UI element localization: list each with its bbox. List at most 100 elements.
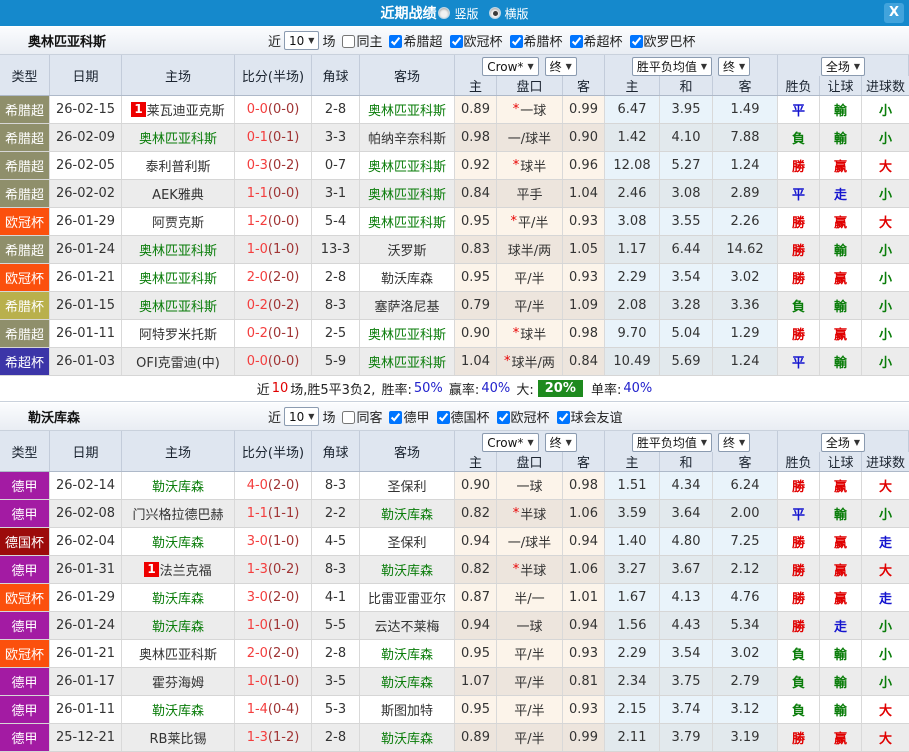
euro-odds-away: 4.76 (713, 584, 778, 611)
handicap-line: * 平/半 (497, 208, 563, 235)
score: 2-0 (2-0) (235, 640, 312, 667)
halftime-score: (2-0) (267, 270, 300, 285)
fulltime-select[interactable]: 全场 ▼ (820, 433, 866, 452)
away-team-name: 比雷亚雷亚尔 (367, 592, 446, 607)
handicap-odds-home: 0.92 (455, 152, 497, 179)
stage-select[interactable]: 终 ▼ (544, 57, 577, 76)
competition-badge: 德甲 (0, 612, 50, 639)
euro-odds-away: 1.29 (713, 320, 778, 347)
stage-select[interactable]: 终 ▼ (544, 433, 577, 452)
away-team-name: 圣保利 (387, 536, 427, 551)
handicap-odds-away: 0.98 (563, 472, 605, 499)
fulltime-score: 4-0 (246, 478, 268, 493)
match-count-select[interactable]: 10 ▼ (284, 31, 320, 50)
halftime-score: (1-0) (267, 534, 300, 549)
handicap-odds-home: 0.95 (455, 640, 497, 667)
competition-badge: 希腊超 (0, 152, 50, 179)
handicap-text: 平/半 (514, 676, 545, 691)
euro-odds-draw: 3.74 (660, 696, 713, 723)
away-team: 圣保利 (360, 528, 455, 555)
handicap-line: 半/一 (497, 584, 563, 611)
home-team-name: 莱瓦迪亚克斯 (146, 104, 225, 119)
corner-count: 8-3 (312, 472, 360, 499)
match-row: 希腊杯 26-01-15 奥林匹亚科斯 0-2 (0-2) 8-3 塞萨洛尼基 0.79 平/半… (0, 292, 909, 320)
filter-controls: 近 10 ▼ 场同主 希腊超 欧冠杯 希腊杯 希超杯 欧罗巴杯 (268, 31, 696, 50)
same-venue-filter-checkbox[interactable] (342, 411, 356, 424)
league-filter-0-checkbox[interactable] (389, 35, 403, 48)
league-filter-3-checkbox[interactable] (556, 411, 570, 424)
result-goals: 大 (862, 556, 909, 583)
odds-source-select[interactable]: Crow* ▼ (482, 433, 539, 452)
euro-odds-home: 10.49 (605, 348, 660, 375)
competition-badge: 希腊超 (0, 96, 50, 123)
euro-odds-away: 2.26 (713, 208, 778, 235)
same-venue-filter-checkbox[interactable] (342, 35, 356, 48)
stage-select-2[interactable]: 终 ▼ (718, 57, 751, 76)
fulltime-select[interactable]: 全场 ▼ (820, 57, 866, 76)
match-count-select[interactable]: 10 ▼ (284, 407, 320, 426)
avg-odds-select[interactable]: 胜平负均值 ▼ (631, 57, 712, 76)
handicap-text: 一球 (516, 620, 543, 635)
score: 1-0 (1-0) (235, 236, 312, 263)
close-icon[interactable]: X (884, 3, 904, 23)
home-team: 勒沃库森 (122, 472, 235, 499)
result-handicap: 輸 (820, 124, 862, 151)
euro-odds-home: 2.08 (605, 292, 660, 319)
away-team-name: 奥林匹亚科斯 (367, 328, 446, 343)
competition-badge: 德国杯 (0, 528, 50, 555)
radio-horizontal-icon[interactable] (488, 7, 501, 19)
league-filter-0-checkbox[interactable] (389, 411, 403, 424)
match-date: 26-02-15 (50, 96, 122, 123)
away-team-name: 帕纳辛奈科斯 (367, 132, 446, 147)
odds-source-select[interactable]: Crow* ▼ (482, 57, 539, 76)
near-label: 近 (268, 411, 282, 426)
competition-badge: 德甲 (0, 500, 50, 527)
handicap-text: 一/球半 (507, 132, 552, 147)
league-filter-2-checkbox[interactable] (509, 35, 523, 48)
competition-badge: 希超杯 (0, 348, 50, 375)
league-filter-0: 希腊超 (385, 31, 443, 50)
halftime-score: (0-1) (267, 326, 300, 341)
radio-vertical-icon[interactable] (438, 7, 451, 19)
league-filter-2-checkbox[interactable] (496, 411, 510, 424)
away-team: 奥林匹亚科斯 (360, 208, 455, 235)
euro-odds-away: 3.19 (713, 724, 778, 751)
result-handicap: 赢 (820, 724, 862, 751)
league-filter-1-checkbox[interactable] (449, 35, 463, 48)
avg-odds-select-value: 胜平负均值 (636, 436, 697, 450)
euro-odds-home: 3.08 (605, 208, 660, 235)
euro-odds-draw: 3.79 (660, 724, 713, 751)
summary-near: 近 (256, 383, 270, 398)
radio-vertical-label: 竖版 (454, 6, 479, 21)
stage-select-2[interactable]: 终 ▼ (718, 433, 751, 452)
radio-vertical-layout[interactable]: 竖版 (438, 5, 479, 22)
away-team-name: 奥林匹亚科斯 (367, 104, 446, 119)
competition-badge: 欧冠杯 (0, 640, 50, 667)
match-row: 希超杯 26-01-03 OFI克雷迪(中) 0-0 (0-0) 5-9 奥林匹亚科斯 1.0… (0, 348, 909, 376)
match-row: 德甲 26-02-08 门兴格拉德巴赫 1-1 (1-1) 2-2 勒沃库森 0.82 * 半球 1… (0, 500, 909, 528)
league-filter-1-checkbox[interactable] (436, 411, 450, 424)
single-rate-value: 40% (623, 381, 653, 396)
match-row: 德甲 26-01-17 霍芬海姆 1-0 (1-0) 3-5 勒沃库森 1.07 平/半 0.81… (0, 668, 909, 696)
win-rate-label: 胜率: (381, 383, 412, 398)
euro-odds-away: 2.00 (713, 500, 778, 527)
score: 0-2 (0-1) (235, 320, 312, 347)
result-goals: 小 (878, 104, 892, 119)
euro-odds-home: 3.27 (605, 556, 660, 583)
league-filter-2: 希腊杯 (506, 31, 563, 50)
sub-column-header: 盘口 (497, 76, 563, 95)
radio-horizontal-layout[interactable]: 横版 (488, 5, 529, 22)
result-goals: 小 (862, 292, 909, 319)
league-filter-3-checkbox[interactable] (569, 35, 583, 48)
score: 1-3 (1-2) (235, 724, 312, 751)
sub-column-header: 客 (563, 452, 605, 471)
league-filter-4-checkbox[interactable] (629, 35, 643, 48)
fulltime-score: 0-2 (246, 326, 268, 341)
avg-odds-select[interactable]: 胜平负均值 ▼ (631, 433, 712, 452)
column-header: 客场 (360, 431, 455, 471)
handicap-odds-away: 0.94 (563, 528, 605, 555)
euro-odds-away: 5.34 (713, 612, 778, 639)
home-team: 1 法兰克福 (122, 556, 235, 583)
sub-column-header: 和 (660, 76, 713, 95)
match-row: 希腊超 26-02-15 1 莱瓦迪亚克斯 0-0 (0-0) 2-8 奥林匹亚科斯 0.89 *… (0, 96, 909, 124)
